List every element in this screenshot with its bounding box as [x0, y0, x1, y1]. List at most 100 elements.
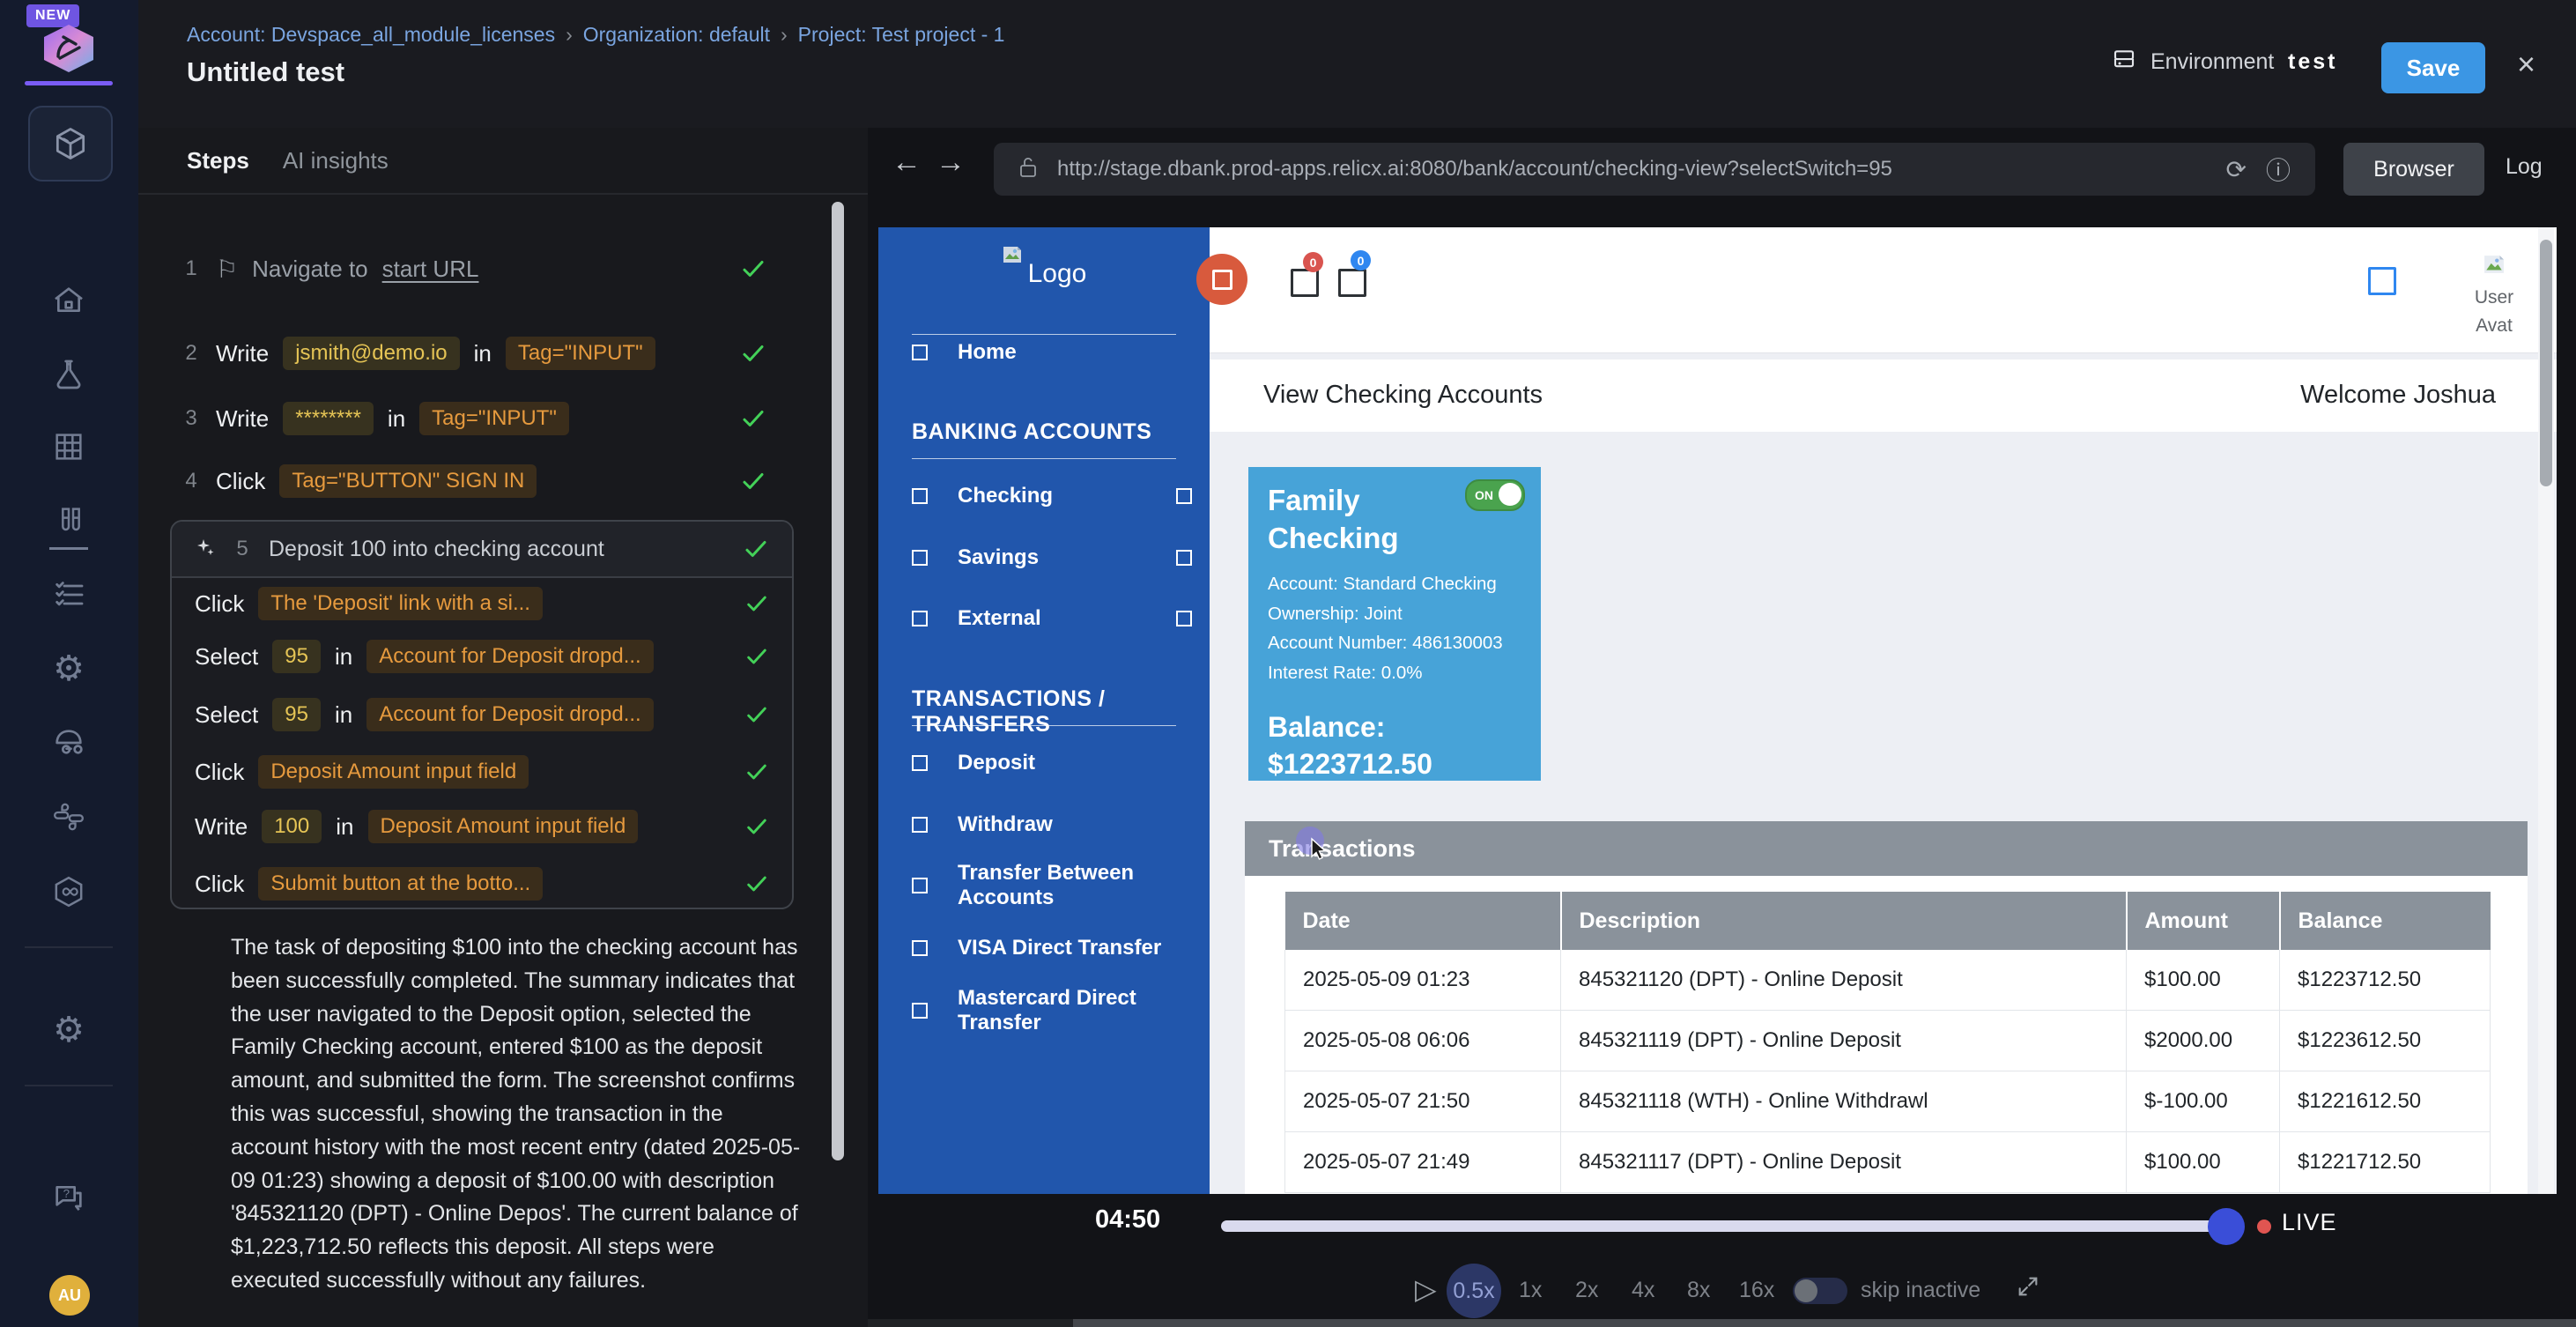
live-label[interactable]: LIVE — [2282, 1209, 2337, 1236]
sidebar-item-deposit[interactable]: Deposit — [878, 742, 1210, 784]
family-checking-card[interactable]: ON Family Checking Account: Standard Che… — [1248, 467, 1541, 781]
speed-1x[interactable]: 1x — [1519, 1278, 1542, 1303]
breadcrumb-organization[interactable]: Organization: default — [583, 23, 770, 47]
substep-row-5[interactable]: Write 100 in Deposit Amount input field — [172, 805, 792, 848]
recording-stop-overlay[interactable] — [1196, 254, 1247, 305]
account-on-toggle[interactable]: ON — [1465, 479, 1525, 511]
step-target-chip[interactable]: Tag="BUTTON" SIGN IN — [279, 464, 537, 498]
step-value-chip[interactable]: 100 — [262, 810, 322, 843]
step-value-chip[interactable]: 95 — [272, 640, 321, 673]
breadcrumb-account[interactable]: Account: Devspace_all_module_licenses — [187, 23, 555, 47]
playback-progress-thumb[interactable] — [2208, 1208, 2245, 1245]
back-arrow-icon[interactable]: ← — [892, 145, 922, 180]
user-avatar-broken[interactable]: User Avat — [2441, 254, 2547, 340]
step-value-chip[interactable]: 95 — [272, 698, 321, 731]
save-button[interactable]: Save — [2381, 42, 2485, 93]
sidebar-item-withdraw[interactable]: Withdraw — [878, 804, 1210, 846]
url-bar[interactable]: http://stage.dbank.prod-apps.relicx.ai:8… — [994, 143, 2315, 196]
col-description[interactable]: Description — [1561, 892, 2127, 950]
sidebar-item-transfer[interactable]: Transfer Between Accounts — [878, 864, 1210, 907]
table-row[interactable]: 2025-05-07 21:50 845321118 (WTH) - Onlin… — [1285, 1071, 2491, 1132]
horizontal-scrollbar-thumb[interactable] — [1073, 1319, 2576, 1327]
tab-log[interactable]: Log — [2506, 154, 2543, 180]
breadcrumb-project[interactable]: Project: Test project - 1 — [798, 23, 1005, 47]
help-chat-icon[interactable]: ? — [49, 1178, 88, 1217]
substep-row-4[interactable]: Click Deposit Amount input field — [172, 751, 792, 793]
flask-icon[interactable] — [49, 355, 88, 394]
sidebar-item-checking[interactable]: Checking — [878, 475, 1210, 517]
col-date[interactable]: Date — [1285, 892, 1561, 950]
notification-icon-1[interactable] — [1291, 269, 1319, 297]
checklist-icon[interactable] — [49, 575, 88, 614]
notification-icon-2[interactable] — [1338, 269, 1366, 297]
horizontal-scrollbar-track[interactable] — [868, 1319, 2576, 1327]
close-icon[interactable]: × — [2517, 46, 2535, 83]
speed-4x[interactable]: 4x — [1632, 1278, 1654, 1303]
bank-logo[interactable]: Logo — [878, 245, 1210, 289]
step-target-chip[interactable]: Account for Deposit dropd... — [366, 698, 654, 731]
play-icon[interactable]: ▷ — [1415, 1272, 1437, 1306]
home-icon[interactable] — [49, 281, 88, 320]
sidebar-item-savings[interactable]: Savings — [878, 537, 1210, 579]
substep-row-6[interactable]: Click Submit button at the botto... — [172, 863, 792, 905]
reload-icon[interactable]: ⟳ — [2226, 155, 2247, 184]
sidebar-item-external[interactable]: External — [878, 597, 1210, 640]
incognito-icon[interactable] — [49, 723, 88, 762]
start-url-link[interactable]: start URL — [382, 256, 479, 283]
sidebar-item-mastercard-transfer[interactable]: Mastercard Direct Transfer — [878, 990, 1210, 1032]
grid-icon[interactable] — [49, 427, 88, 466]
step-row-3[interactable]: 3 Write ******** in Tag="INPUT" — [181, 397, 766, 440]
step-target-chip[interactable]: Tag="INPUT" — [419, 402, 569, 435]
infinity-hexagon-icon[interactable] — [49, 872, 88, 911]
step-target-chip[interactable]: The 'Deposit' link with a si... — [258, 587, 543, 620]
forward-arrow-icon[interactable]: → — [936, 145, 966, 180]
tab-browser[interactable]: Browser — [2343, 143, 2484, 196]
skip-inactive-toggle[interactable] — [1793, 1278, 1847, 1304]
viewport-scrollbar-thumb[interactable] — [2540, 240, 2552, 486]
sidebar-item-home[interactable]: Home — [878, 331, 1210, 374]
info-icon[interactable]: ⓘ — [2266, 152, 2291, 187]
tab-steps[interactable]: Steps — [187, 147, 249, 174]
step-target-chip[interactable]: Deposit Amount input field — [258, 755, 529, 789]
substep-row-1[interactable]: Click The 'Deposit' link with a si... — [172, 582, 792, 625]
step-target-chip[interactable]: Tag="INPUT" — [506, 337, 655, 370]
steps-scrollbar[interactable] — [832, 202, 844, 1160]
playback-progress-track[interactable] — [1221, 1220, 2218, 1232]
table-row[interactable]: 2025-05-08 06:06 845321119 (DPT) - Onlin… — [1285, 1011, 2491, 1071]
environment-value[interactable]: test — [2288, 49, 2337, 75]
settings-gear-icon[interactable]: ⚙ — [49, 649, 88, 688]
speed-0.5x-selected[interactable]: 0.5x — [1447, 1264, 1501, 1318]
step-row-4[interactable]: 4 Click Tag="BUTTON" SIGN IN — [181, 460, 766, 502]
nav-square-icon[interactable] — [2368, 267, 2396, 295]
speed-8x[interactable]: 8x — [1687, 1278, 1710, 1303]
user-avatar[interactable]: AU — [49, 1275, 90, 1316]
sidebar-item-tests-active[interactable] — [28, 106, 113, 182]
step-group-header[interactable]: 5 Deposit 100 into checking account — [172, 522, 792, 578]
substep-row-3[interactable]: Select 95 in Account for Deposit dropd..… — [172, 693, 792, 736]
fullscreen-expand-icon[interactable] — [2016, 1274, 2040, 1303]
live-dot-icon — [2257, 1220, 2271, 1234]
step-value-chip[interactable]: jsmith@demo.io — [283, 337, 459, 370]
col-balance[interactable]: Balance — [2280, 892, 2491, 950]
sidebar-item-visa-transfer[interactable]: VISA Direct Transfer — [878, 927, 1210, 969]
substep-row-2[interactable]: Select 95 in Account for Deposit dropd..… — [172, 635, 792, 678]
step-row-2[interactable]: 2 Write jsmith@demo.io in Tag="INPUT" — [181, 332, 766, 374]
tab-ai-insights[interactable]: AI insights — [283, 147, 389, 174]
speed-2x[interactable]: 2x — [1575, 1278, 1598, 1303]
viewport-scrollbar-track[interactable] — [2538, 227, 2554, 1194]
table-row[interactable]: 2025-05-07 21:49 845321117 (DPT) - Onlin… — [1285, 1132, 2491, 1193]
step-row-1[interactable]: 1 ⚐ Navigate to start URL — [181, 248, 766, 290]
transactions-header-bar[interactable]: Transactions — [1245, 821, 2528, 876]
col-amount[interactable]: Amount — [2127, 892, 2280, 950]
settings-gear-icon-2[interactable]: ⚙ — [49, 1011, 88, 1049]
table-row[interactable]: 2025-05-09 01:23 845321120 (DPT) - Onlin… — [1285, 950, 2491, 1011]
step-target-chip[interactable]: Deposit Amount input field — [368, 810, 639, 843]
relicx-logo-icon[interactable] — [41, 23, 97, 78]
step-target-chip[interactable]: Account for Deposit dropd... — [366, 640, 654, 673]
test-tubes-icon[interactable] — [49, 501, 88, 540]
speed-16x[interactable]: 16x — [1739, 1278, 1774, 1303]
slack-icon[interactable] — [49, 797, 88, 836]
step-value-chip[interactable]: ******** — [283, 402, 374, 435]
step-target-chip[interactable]: Submit button at the botto... — [258, 867, 543, 901]
url-input[interactable]: http://stage.dbank.prod-apps.relicx.ai:8… — [1057, 157, 2207, 182]
